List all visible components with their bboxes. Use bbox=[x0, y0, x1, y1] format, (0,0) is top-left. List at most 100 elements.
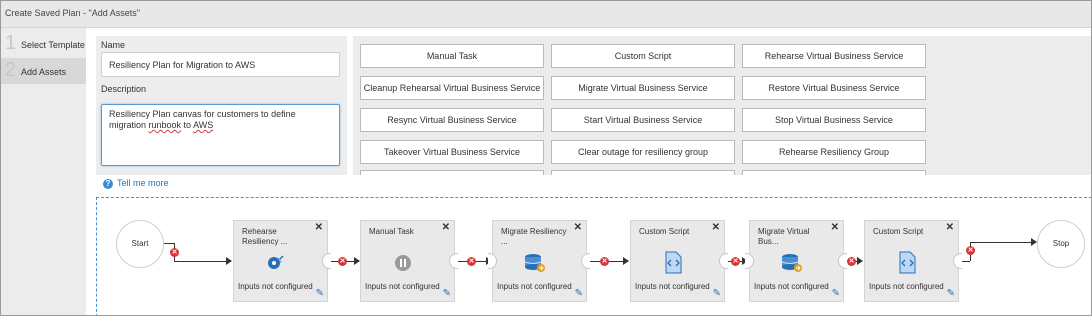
connector bbox=[970, 242, 1032, 243]
plan-node[interactable]: Manual Task ✕ Inputs not configured ✎ bbox=[360, 220, 458, 302]
palette-item[interactable]: Takeover Virtual Business Service bbox=[360, 140, 544, 164]
error-x-icon[interactable]: ✕ bbox=[847, 257, 856, 266]
edit-icon[interactable]: ✎ bbox=[832, 288, 840, 299]
description-field[interactable]: Resiliency Plan canvas for customers to … bbox=[101, 104, 340, 166]
edit-icon[interactable]: ✎ bbox=[316, 288, 324, 299]
name-label: Name bbox=[101, 40, 126, 50]
plan-details-form: Name Resiliency Plan for Migration to AW… bbox=[96, 36, 347, 175]
script-file-icon bbox=[665, 251, 682, 274]
start-label: Start bbox=[131, 239, 149, 248]
close-icon[interactable]: ✕ bbox=[946, 222, 954, 233]
plan-node[interactable]: Custom Script ✕ Inputs not configured ✎ bbox=[630, 220, 728, 302]
description-text: to bbox=[181, 120, 194, 130]
close-icon[interactable]: ✕ bbox=[315, 222, 323, 233]
output-port[interactable] bbox=[322, 253, 331, 269]
step-number: 2 bbox=[5, 59, 17, 81]
help-icon: ? bbox=[103, 179, 113, 189]
node-title: Manual Task bbox=[369, 227, 414, 236]
description-value: Resiliency Plan canvas for customers to … bbox=[109, 109, 331, 131]
plan-node[interactable]: Migrate Resiliency ... ✕ Inputs not conf… bbox=[488, 220, 590, 302]
connector bbox=[174, 261, 226, 262]
plan-node[interactable]: Migrate Virtual Bus... ✕ Inputs not conf… bbox=[745, 220, 847, 302]
stop-label: Stop bbox=[1052, 239, 1070, 248]
palette-item[interactable]: Cleanup Rehearsal Virtual Business Servi… bbox=[360, 76, 544, 100]
arrow-head bbox=[623, 257, 629, 265]
palette-item[interactable]: Stop Virtual Business Service bbox=[742, 108, 926, 132]
palette-item[interactable]: Custom Script bbox=[551, 44, 735, 68]
arrow-head bbox=[857, 257, 863, 265]
step-number: 1 bbox=[5, 32, 17, 54]
palette-item[interactable]: Resync Virtual Business Service bbox=[360, 108, 544, 132]
edit-icon[interactable]: ✎ bbox=[713, 288, 721, 299]
palette-item[interactable]: Restore Virtual Business Service bbox=[742, 76, 926, 100]
node-status: Inputs not configured bbox=[238, 282, 313, 291]
plan-node[interactable]: Rehearse Resiliency ... ✕ Inputs not con… bbox=[233, 220, 331, 302]
node-status: Inputs not configured bbox=[497, 282, 572, 291]
script-file-icon bbox=[899, 251, 916, 274]
connector bbox=[164, 243, 174, 244]
error-x-icon[interactable]: ✕ bbox=[170, 248, 179, 257]
output-port[interactable] bbox=[953, 253, 962, 269]
palette-item[interactable]: Start Virtual Business Service bbox=[551, 108, 735, 132]
step-label: Select Template bbox=[21, 40, 85, 50]
node-status: Inputs not configured bbox=[635, 282, 710, 291]
output-port[interactable] bbox=[838, 253, 847, 269]
rehearse-icon bbox=[268, 255, 284, 269]
node-title: Custom Script bbox=[873, 227, 924, 236]
stop-node[interactable]: Stop bbox=[1037, 220, 1085, 268]
step-add-assets[interactable]: 2 Add Assets bbox=[1, 58, 86, 84]
connector bbox=[962, 261, 970, 262]
start-node[interactable]: Start bbox=[116, 220, 164, 268]
palette-item[interactable]: Rehearse Resiliency Group bbox=[742, 140, 926, 164]
output-port[interactable] bbox=[581, 253, 590, 269]
output-port[interactable] bbox=[719, 253, 728, 269]
description-text-misspelled: runbook bbox=[148, 120, 182, 130]
close-icon[interactable]: ✕ bbox=[574, 222, 582, 233]
arrow-head bbox=[226, 257, 232, 265]
title-bar: Create Saved Plan - "Add Assets" bbox=[1, 1, 1091, 28]
step-label: Add Assets bbox=[21, 67, 67, 77]
palette-item-partial[interactable] bbox=[360, 170, 544, 175]
palette-item[interactable]: Migrate Virtual Business Service bbox=[551, 76, 735, 100]
palette-item[interactable]: Manual Task bbox=[360, 44, 544, 68]
asset-palette: Manual Task Custom Script Rehearse Virtu… bbox=[353, 36, 1091, 175]
error-x-icon[interactable]: ✕ bbox=[338, 257, 347, 266]
node-title: Rehearse Resiliency ... bbox=[242, 227, 288, 246]
error-x-icon[interactable]: ✕ bbox=[600, 257, 609, 266]
edit-icon[interactable]: ✎ bbox=[443, 288, 451, 299]
database-migrate-icon bbox=[781, 254, 802, 272]
input-port[interactable] bbox=[745, 253, 754, 269]
close-icon[interactable]: ✕ bbox=[831, 222, 839, 233]
wizard-steps: 1 Select Template 2 Add Assets bbox=[1, 28, 86, 315]
palette-item[interactable]: Clear outage for resiliency group bbox=[551, 140, 735, 164]
tell-me-more-text: Tell me more bbox=[117, 178, 169, 188]
error-x-icon[interactable]: ✕ bbox=[966, 246, 975, 255]
description-text-misspelled: AWS bbox=[193, 120, 214, 130]
palette-item[interactable]: Rehearse Virtual Business Service bbox=[742, 44, 926, 68]
create-saved-plan-window: Create Saved Plan - "Add Assets" 1 Selec… bbox=[0, 0, 1092, 316]
palette-item-partial[interactable] bbox=[742, 170, 926, 175]
edit-icon[interactable]: ✎ bbox=[575, 288, 583, 299]
input-port[interactable] bbox=[488, 253, 497, 269]
palette-item-partial[interactable] bbox=[551, 170, 735, 175]
node-title: Custom Script bbox=[639, 227, 690, 236]
node-status: Inputs not configured bbox=[365, 282, 440, 291]
node-status: Inputs not configured bbox=[754, 282, 829, 291]
output-port[interactable] bbox=[449, 253, 458, 269]
description-label: Description bbox=[101, 84, 147, 94]
node-status: Inputs not configured bbox=[869, 282, 944, 291]
plan-node[interactable]: Custom Script ✕ Inputs not configured ✎ bbox=[864, 220, 962, 302]
edit-icon[interactable]: ✎ bbox=[947, 288, 955, 299]
node-title: Migrate Virtual Bus... bbox=[758, 227, 810, 246]
name-field[interactable]: Resiliency Plan for Migration to AWS bbox=[101, 52, 340, 77]
error-x-icon[interactable]: ✕ bbox=[731, 257, 740, 266]
database-migrate-icon bbox=[524, 254, 545, 272]
name-value: Resiliency Plan for Migration to AWS bbox=[109, 60, 256, 70]
window-title: Create Saved Plan - "Add Assets" bbox=[5, 8, 140, 18]
node-title: Migrate Resiliency ... bbox=[501, 227, 567, 246]
pause-icon bbox=[395, 255, 411, 271]
step-select-template[interactable]: 1 Select Template bbox=[1, 31, 86, 57]
close-icon[interactable]: ✕ bbox=[712, 222, 720, 233]
error-x-icon[interactable]: ✕ bbox=[467, 257, 476, 266]
close-icon[interactable]: ✕ bbox=[442, 222, 450, 233]
